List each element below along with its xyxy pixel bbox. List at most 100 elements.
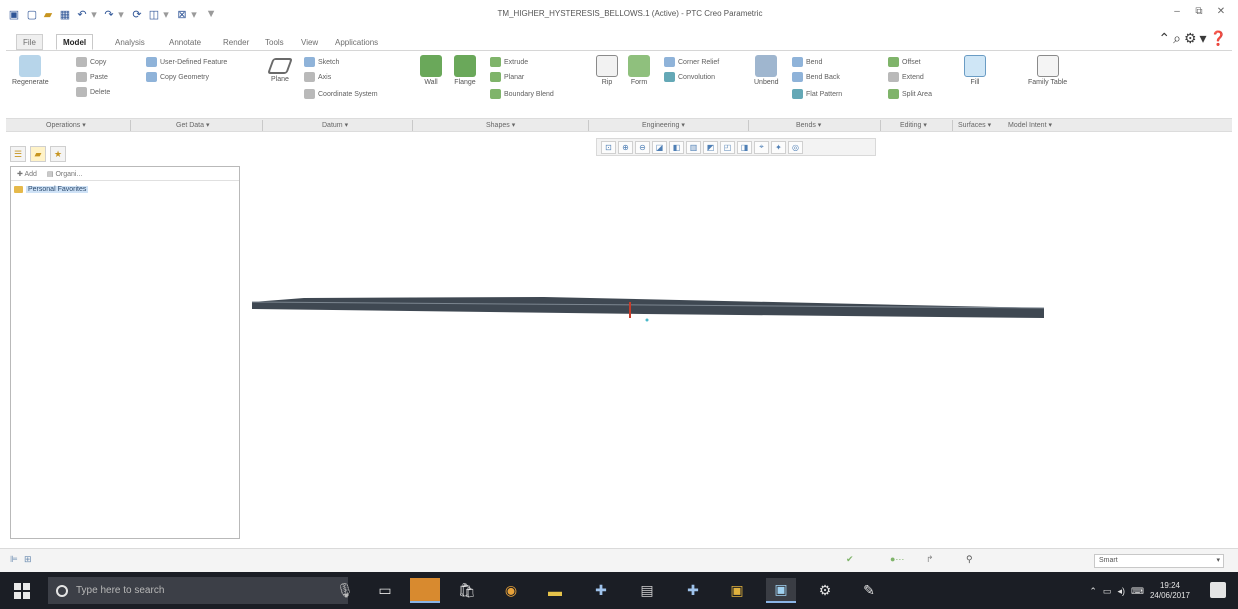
settings-icon[interactable]: ⚙ — [1184, 30, 1200, 46]
group-surfaces[interactable]: Surfaces ▾ — [958, 121, 991, 129]
flat-pattern-button[interactable]: Flat Pattern — [792, 89, 842, 99]
group-bends[interactable]: Bends ▾ — [796, 121, 821, 129]
tab-annotate[interactable]: Annotate — [162, 34, 208, 50]
settings-dropdown-icon[interactable]: ▾ — [1200, 30, 1210, 46]
user-defined-feature-button[interactable]: User-Defined Feature — [146, 57, 227, 67]
bend-back-button[interactable]: Bend Back — [792, 72, 840, 82]
tab-model[interactable]: Model — [56, 34, 94, 50]
rip-button[interactable]: Rip — [596, 55, 618, 86]
coordinate-system-button[interactable]: Coordinate System — [304, 89, 378, 99]
browser-toggle-icon[interactable]: ⊞ — [24, 554, 32, 565]
convolution-button[interactable]: Convolution — [664, 72, 715, 82]
redo-icon[interactable]: ↷ — [101, 6, 117, 22]
zoom-out-icon[interactable]: ⊖ — [635, 140, 650, 154]
group-engineering[interactable]: Engineering ▾ — [642, 121, 685, 129]
new-file-icon[interactable]: ▢ — [24, 6, 40, 22]
repaint-icon[interactable]: ◪ — [652, 140, 667, 154]
tab-analysis[interactable]: Analysis — [108, 34, 152, 50]
folder-browser-tab-icon[interactable]: ▰ — [30, 146, 46, 162]
volume-icon[interactable]: ◂) — [1117, 586, 1125, 597]
maximize-button[interactable]: ⧉ — [1190, 6, 1208, 22]
wall-button[interactable]: Wall — [420, 55, 442, 86]
offset-button[interactable]: Offset — [888, 57, 921, 67]
personal-favorites-item[interactable]: Personal Favorites — [14, 186, 89, 193]
undo-icon[interactable]: ↶ — [74, 6, 90, 22]
paste-button[interactable]: Paste — [76, 72, 108, 82]
saved-orientations-icon[interactable]: ◧ — [669, 140, 684, 154]
copy-geometry-button[interactable]: Copy Geometry — [146, 72, 209, 82]
keyboard-icon[interactable]: ⌨ — [1131, 586, 1144, 597]
spin-center-icon[interactable]: ◎ — [788, 140, 803, 154]
tab-view[interactable]: View — [294, 34, 325, 50]
tab-render[interactable]: Render — [216, 34, 256, 50]
flange-button[interactable]: Flange — [454, 55, 476, 86]
corner-relief-button[interactable]: Corner Relief — [664, 57, 719, 67]
unbend-button[interactable]: Unbend — [754, 55, 779, 86]
redo-dropdown-icon[interactable]: ▾ — [117, 6, 125, 22]
section-icon[interactable]: ◨ — [737, 140, 752, 154]
task-view-icon[interactable]: ▭ — [370, 578, 400, 603]
group-get-data[interactable]: Get Data ▾ — [176, 121, 209, 129]
add-favorite-button[interactable]: ✚ Add — [17, 170, 37, 178]
regenerate-icon[interactable]: ⟳ — [129, 6, 145, 22]
fill-button[interactable]: Fill — [964, 55, 986, 86]
creo-app-icon-2[interactable]: ✚ — [678, 578, 708, 603]
close-window-icon[interactable]: ⊠ — [174, 6, 190, 22]
network-icon[interactable]: ▭ — [1103, 586, 1112, 597]
action-center-icon[interactable] — [1210, 582, 1226, 598]
group-editing[interactable]: Editing ▾ — [900, 121, 927, 129]
creo-app-icon[interactable]: ✚ — [586, 578, 616, 603]
app-gear-icon[interactable]: ⚙ — [810, 578, 840, 603]
copy-button[interactable]: Copy — [76, 57, 106, 67]
file-explorer-icon[interactable]: ▬ — [540, 578, 570, 603]
annotation-display-icon[interactable]: ✦ — [771, 140, 786, 154]
open-folder-icon[interactable]: ▰ — [40, 6, 56, 22]
search-icon[interactable]: ⌕ — [1173, 30, 1184, 46]
tab-applications[interactable]: Applications — [328, 34, 385, 50]
group-operations[interactable]: Operations ▾ — [46, 121, 86, 129]
undo-dropdown-icon[interactable]: ▾ — [90, 6, 98, 22]
group-shapes[interactable]: Shapes ▾ — [486, 121, 515, 129]
refit-icon[interactable]: ⊡ — [601, 140, 616, 154]
extrude-button[interactable]: Extrude — [490, 57, 528, 67]
creo-parametric-active-icon[interactable]: ▣ — [766, 578, 796, 603]
help-icon[interactable]: ❓ — [1210, 30, 1230, 46]
app-window-icon[interactable]: ▤ — [632, 578, 662, 603]
family-table-button[interactable]: Family Table — [1028, 55, 1067, 86]
selection-status-icon[interactable]: ●⋯ — [890, 554, 904, 565]
customize-toolbar-icon[interactable]: ▼ — [206, 6, 217, 22]
selection-count-icon[interactable]: ↱ — [926, 554, 934, 565]
plane-button[interactable]: Plane — [267, 55, 293, 83]
start-button[interactable] — [14, 583, 30, 599]
ribbon-minimize-icon[interactable]: ⌃ — [1158, 30, 1173, 46]
app-yellow-icon[interactable]: ▣ — [722, 578, 752, 603]
datum-display-icon[interactable]: ⌖ — [754, 140, 769, 154]
chrome-icon[interactable]: ◉ — [496, 578, 526, 603]
bend-button[interactable]: Bend — [792, 57, 822, 67]
model-tree-tab-icon[interactable]: ☰ — [10, 146, 26, 162]
axis-button[interactable]: Axis — [304, 72, 331, 82]
organize-button[interactable]: ▤ Organi... — [47, 170, 82, 178]
tab-tools[interactable]: Tools — [258, 34, 291, 50]
microphone-icon[interactable]: 🎙 — [330, 578, 360, 603]
show-hidden-icons-icon[interactable]: ⌃ — [1089, 586, 1097, 597]
windows-icon[interactable]: ◫ — [146, 6, 162, 22]
store-icon[interactable]: 🛍 — [452, 578, 482, 603]
taskbar-search-box[interactable]: Type here to search — [48, 577, 348, 604]
zoom-in-icon[interactable]: ⊕ — [618, 140, 633, 154]
close-button[interactable]: ✕ — [1212, 6, 1230, 22]
navigator-toggle-icon[interactable]: ⊫ — [10, 554, 18, 565]
display-style-icon[interactable]: ◩ — [703, 140, 718, 154]
tab-file[interactable]: File — [16, 34, 43, 50]
regenerate-button[interactable]: Regenerate — [12, 55, 49, 86]
taskbar-app-orange[interactable] — [410, 578, 440, 603]
find-icon[interactable]: ⚲ — [966, 554, 973, 565]
group-model-intent[interactable]: Model Intent ▾ — [1008, 121, 1052, 129]
delete-button[interactable]: Delete — [76, 87, 110, 97]
app-brush-icon[interactable]: ✎ — [854, 578, 884, 603]
favorites-tab-icon[interactable]: ★ — [50, 146, 66, 162]
split-area-button[interactable]: Split Area — [888, 89, 932, 99]
graphics-area[interactable] — [244, 160, 1234, 545]
planar-button[interactable]: Planar — [490, 72, 524, 82]
extend-button[interactable]: Extend — [888, 72, 924, 82]
